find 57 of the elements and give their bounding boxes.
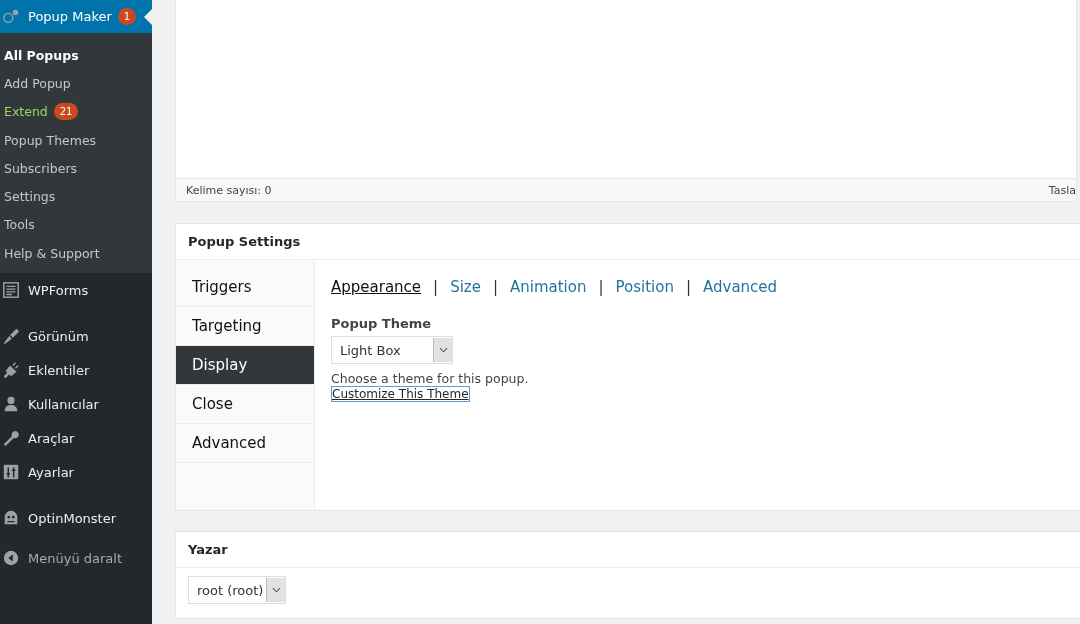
collapse-menu-button[interactable]: Menüyü daralt — [0, 541, 152, 576]
subtab-link[interactable]: Size — [450, 278, 481, 296]
form-icon — [2, 281, 20, 300]
panel-title: Yazar — [176, 532, 1080, 568]
submenu-item[interactable]: Popup Themes — [0, 125, 152, 155]
submenu-item[interactable]: Tools — [0, 210, 152, 240]
menu-label: Araçlar — [28, 430, 75, 446]
submenu-item[interactable]: Extend 21 — [0, 97, 152, 126]
author-dropdown[interactable]: root (root) — [188, 576, 286, 604]
submenu-item[interactable]: Settings — [0, 182, 152, 211]
menu-label: WPForms — [28, 282, 89, 298]
menu-label: Ayarlar — [28, 464, 74, 480]
menu-label: Görünüm — [28, 328, 89, 344]
menu-item[interactable]: WPForms — [0, 273, 152, 308]
separator-text: | — [685, 278, 691, 296]
menu-item[interactable]: Eklentiler — [0, 353, 152, 388]
menu-item[interactable]: OptinMonster — [0, 501, 152, 536]
subtab-link[interactable]: Animation — [510, 278, 587, 296]
menu-label: Eklentiler — [28, 362, 90, 378]
word-count: Kelime sayısı: 0 — [186, 183, 272, 197]
submenu-item[interactable]: Subscribers — [0, 154, 152, 183]
submenu-item[interactable]: Add Popup — [0, 69, 152, 98]
menu-label: OptinMonster — [28, 510, 117, 526]
wrench-icon — [2, 429, 20, 448]
menu-item[interactable]: Kullanıcılar — [0, 387, 152, 422]
notification-badge: 1 — [117, 8, 137, 25]
pointer-arrow — [144, 9, 152, 25]
caret-icon — [266, 578, 285, 602]
theme-dropdown[interactable]: Light Box — [331, 336, 453, 364]
user-icon — [2, 395, 20, 414]
gear-icon — [2, 7, 20, 26]
subtab-link[interactable]: Position — [615, 278, 674, 296]
menu-label: Popup Maker — [28, 9, 112, 24]
field-label: Popup Theme — [331, 316, 433, 331]
submenu-item[interactable]: All Popups — [0, 41, 152, 70]
settings-tab[interactable]: Advanced — [176, 424, 314, 463]
settings-tab[interactable]: Close — [176, 385, 314, 424]
field-description: Choose a theme for this popup. — [331, 371, 530, 386]
menu-item[interactable]: Popup Maker 1 — [0, 0, 152, 33]
caret-icon — [433, 338, 452, 362]
status-text: Tasla — [1048, 183, 1076, 197]
submenu-item[interactable]: Help & Support — [0, 239, 152, 268]
menu-label: Kullanıcılar — [28, 396, 99, 412]
menu-item[interactable]: Görünüm — [0, 319, 152, 354]
separator-text: | — [433, 278, 439, 296]
subtab-link[interactable]: Appearance — [331, 278, 422, 296]
subtab-link[interactable]: Advanced — [703, 278, 778, 296]
menu-item[interactable]: Araçlar — [0, 421, 152, 456]
paintbrush-icon — [2, 327, 20, 346]
plug-icon — [2, 361, 20, 380]
menu-item[interactable]: Ayarlar — [0, 455, 152, 490]
settings-tab[interactable]: Triggers — [176, 268, 314, 307]
settings-tab[interactable]: Display — [176, 346, 314, 385]
separator-text: | — [598, 278, 604, 296]
customize-link[interactable]: Customize This Theme — [331, 386, 470, 402]
separator-text: | — [492, 278, 498, 296]
notification-badge: 21 — [53, 103, 79, 121]
